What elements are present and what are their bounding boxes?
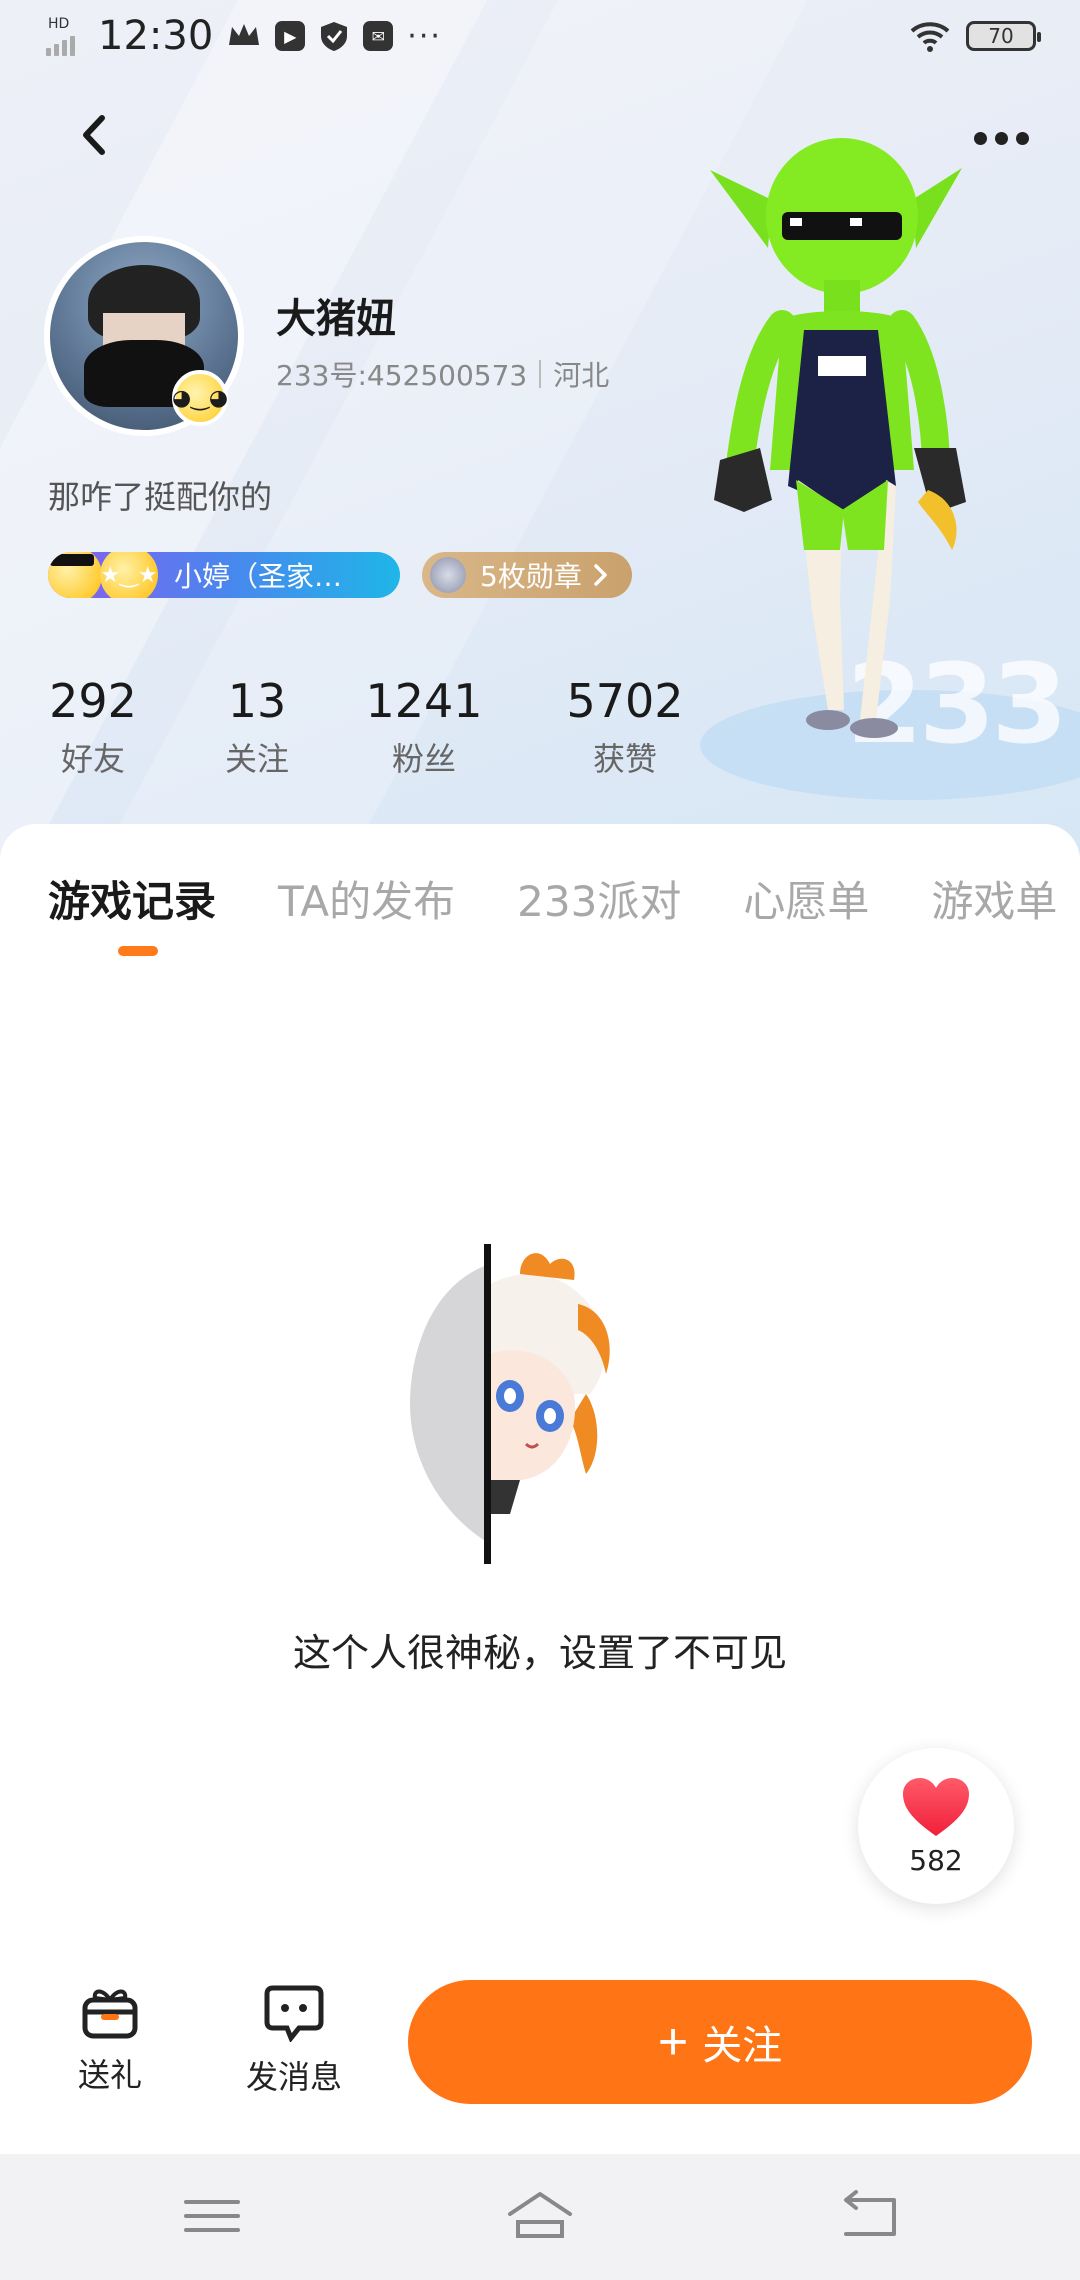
system-navigation-bar [0,2154,1080,2280]
star-eyes-emoji-icon: ★‿★ [100,552,158,598]
user-id: 233号:452500573 [276,359,528,392]
like-count: 582 [909,1843,963,1877]
back-button[interactable] [70,110,120,160]
peeking-character-illustration [410,1244,610,1564]
signal-icon: HD [44,16,84,56]
like-button[interactable]: 582 [858,1748,1014,1904]
tab-game-lists[interactable]: 游戏单 [931,868,1057,929]
medal-icon [430,557,466,593]
tab-party[interactable]: 233派对 [517,868,681,929]
chevron-right-icon [594,564,607,586]
return-icon[interactable] [832,2188,904,2244]
stat-value: 5702 [566,674,684,728]
heart-icon [903,1777,969,1836]
gift-icon [82,1989,138,2039]
stat-value: 1241 [365,674,483,728]
stat-label: 好友 [60,740,125,778]
status-bar: HD 12:30 ▶ ✉ ··· 70 [0,0,1080,72]
video-app-icon: ▶ [275,21,306,51]
follow-button[interactable]: + 关注 [408,1980,1032,2104]
menu-lines-icon[interactable] [176,2188,248,2244]
home-icon[interactable] [504,2188,576,2244]
stat-label: 关注 [224,740,289,778]
bottom-action-bar: 送礼 发消息 + 关注 [0,1960,1080,2156]
profile-tabs: 游戏记录 TA的发布 233派对 心愿单 游戏单 [48,868,1057,929]
stat-value: 292 [49,674,137,728]
wifi-icon [910,22,950,52]
gift-label: 送礼 [78,2056,143,2094]
user-name: 大猪妞 [276,296,396,342]
stat-label: 获赞 [592,740,657,778]
medals-tag[interactable]: 5枚勋章 [422,552,632,598]
content-sheet: 游戏记录 TA的发布 233派对 心愿单 游戏单 这个人很神秘，设置了不可见 [0,824,1080,2154]
follow-label: 关注 [702,2024,783,2068]
stat-friends[interactable]: 292 好友 [40,674,146,780]
crown-icon [229,24,260,45]
battery-indicator: 70 [966,21,1041,51]
meta-divider [539,360,542,388]
status-more-icon: ··· [407,18,442,54]
sunglasses-emoji-icon [48,552,102,598]
close-friend-tag[interactable]: ★‿★ 小婷（圣家… [48,552,400,598]
status-time: 12:30 [98,13,214,59]
plus-icon: + [657,2013,689,2071]
tab-wishlist[interactable]: 心愿单 [743,868,869,929]
close-friend-label: 小婷（圣家… [174,560,343,593]
chat-bubble-icon [264,1985,324,2042]
tab-posts[interactable]: TA的发布 [278,868,455,929]
stat-fans[interactable]: 1241 粉丝 [364,674,484,780]
avatar-3d-character[interactable] [700,130,1030,770]
tab-game-records[interactable]: 游戏记录 [48,868,216,929]
user-meta: 233号:452500573 河北 [276,354,609,394]
user-region: 河北 [553,359,610,392]
active-tab-indicator [118,946,158,956]
user-bio: 那咋了挺配你的 [48,478,273,516]
profile-stats: 292 好友 13 关注 1241 粉丝 5702 获赞 [40,674,690,780]
message-label: 发消息 [246,2058,343,2096]
empty-state-message: 这个人很神秘，设置了不可见 [292,1631,787,1675]
mail-app-icon: ✉ [363,21,394,51]
stat-label: 粉丝 [391,740,456,778]
battery-level: 70 [988,24,1014,48]
chevron-left-icon [83,115,105,155]
shield-icon [321,22,348,51]
medals-label: 5枚勋章 [480,560,582,593]
stat-following[interactable]: 13 关注 [204,674,310,780]
profile-tags: ★‿★ 小婷（圣家… 5枚勋章 [48,552,632,598]
stat-value: 13 [227,674,287,728]
avatar-emoji-badge: ◕‿◕ [172,370,228,426]
message-button[interactable]: 发消息 [246,1984,342,2098]
gift-button[interactable]: 送礼 [78,1984,142,2096]
stat-likes[interactable]: 5702 获赞 [560,674,690,780]
